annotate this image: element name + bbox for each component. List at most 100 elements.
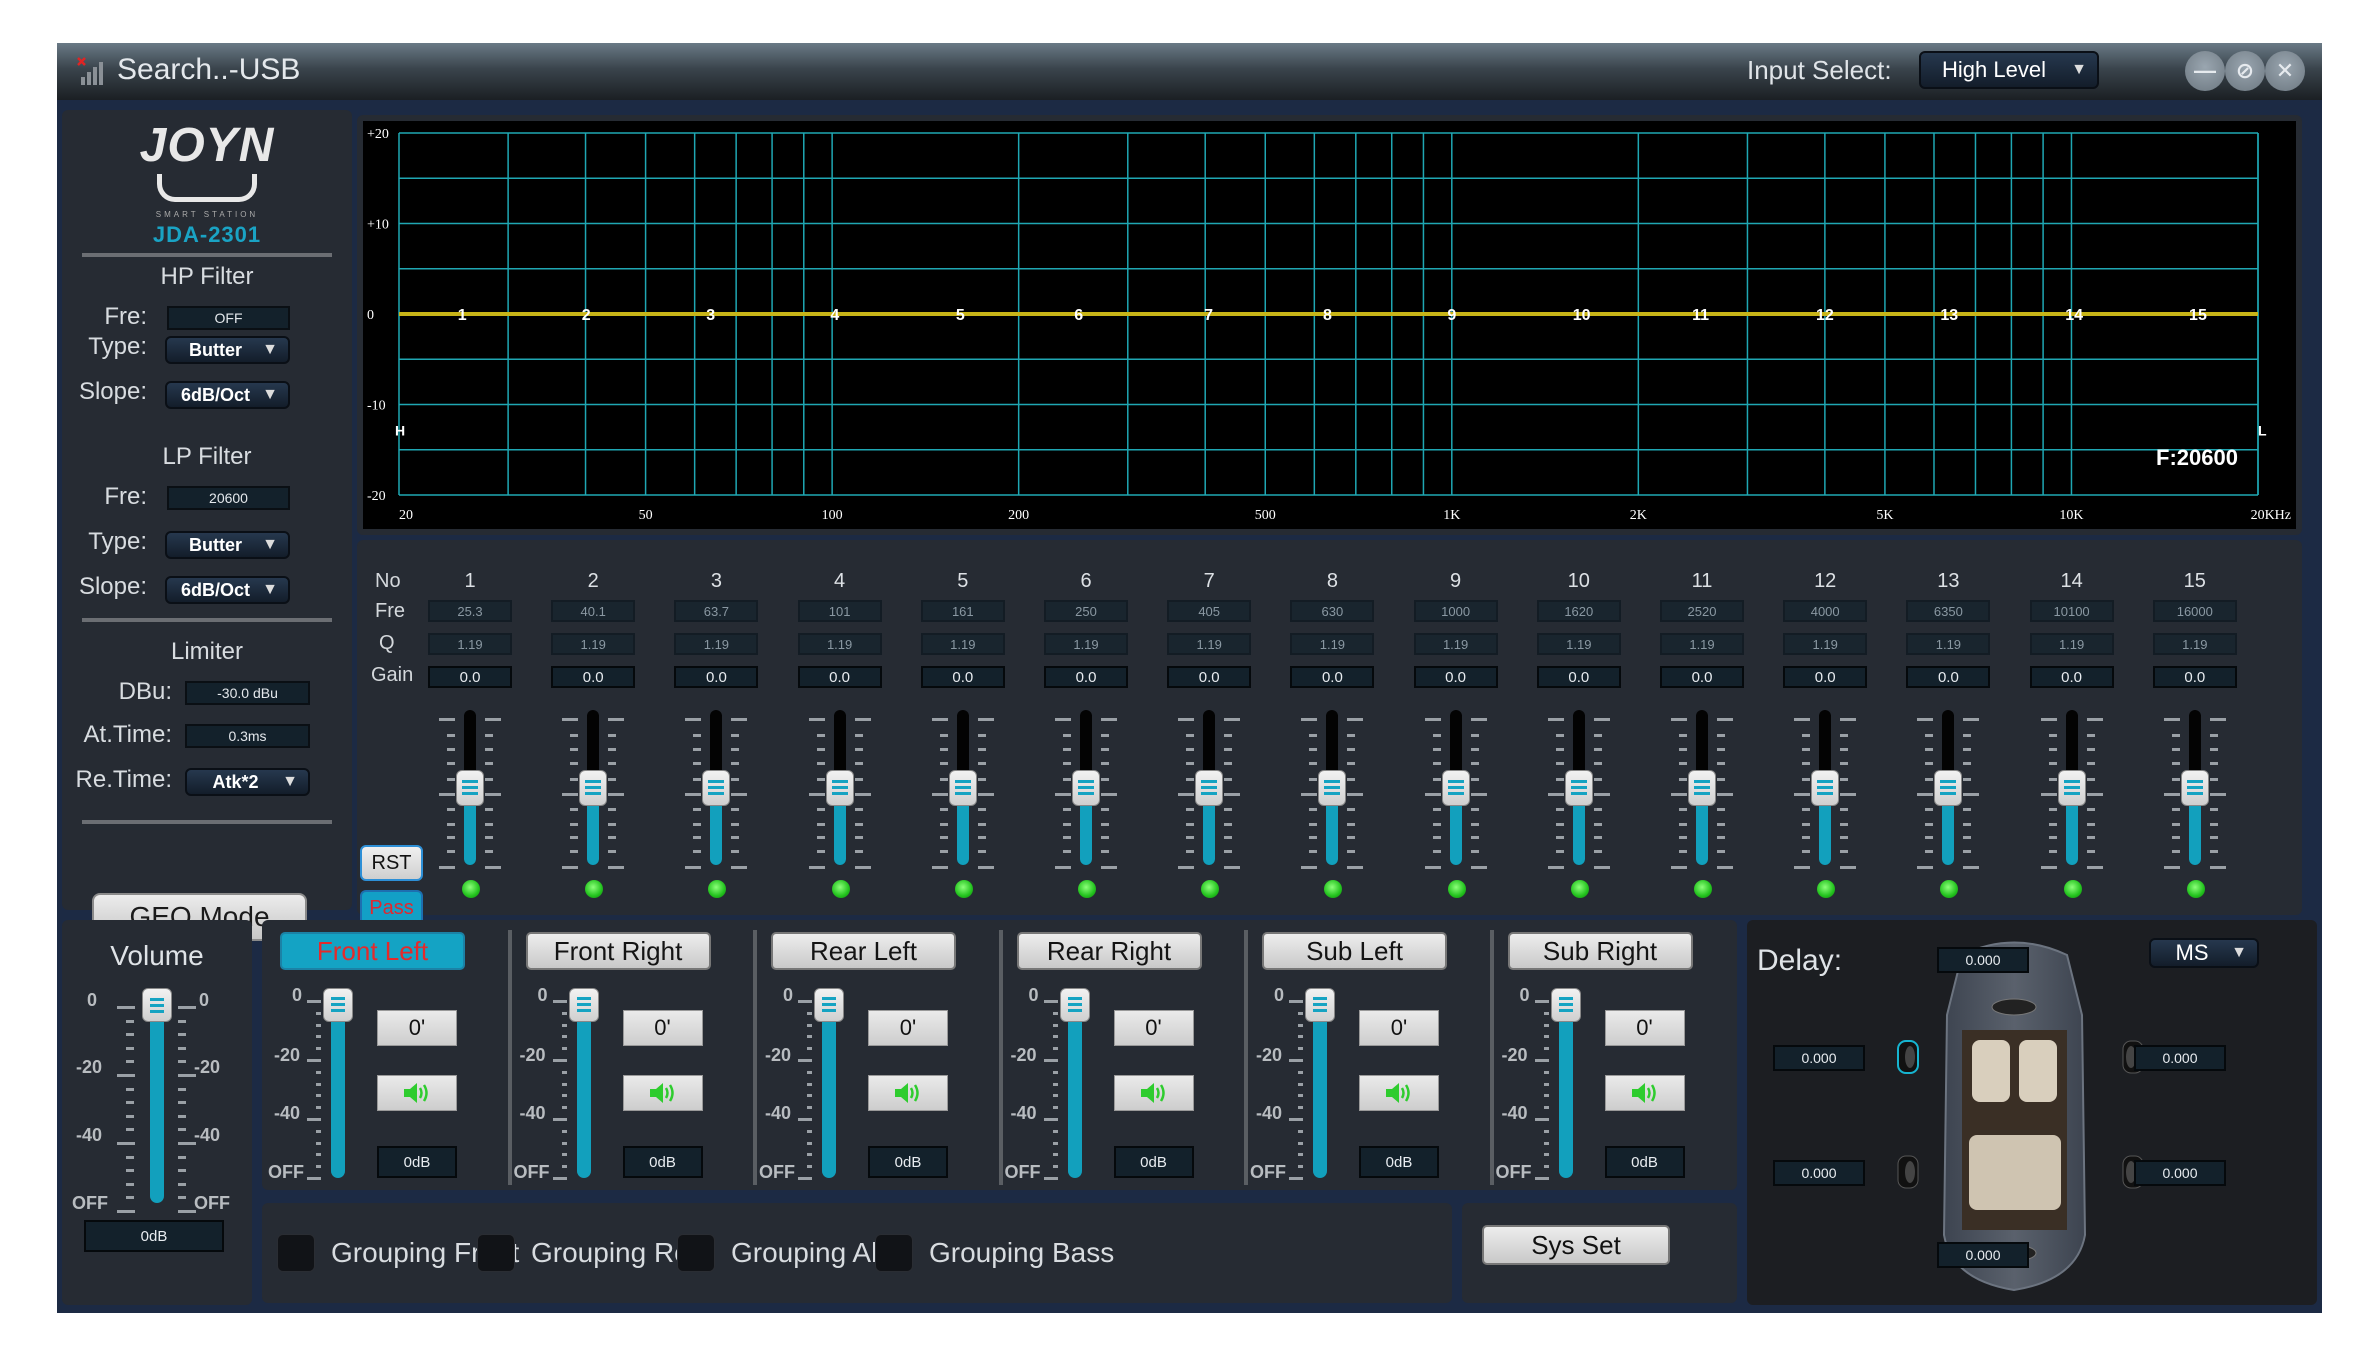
restore-button[interactable]: ⊘ — [2225, 51, 2265, 91]
lp-type-dropdown[interactable]: Butter ▼ — [165, 531, 290, 559]
phase-button[interactable]: 0' — [1113, 1010, 1194, 1046]
band-gain-field[interactable]: 0.0 — [551, 666, 636, 688]
fader-knob[interactable] — [456, 769, 484, 806]
band-q-field[interactable]: 1.19 — [1536, 633, 1621, 655]
checkbox-box[interactable] — [677, 1234, 715, 1272]
delay-front-left-field[interactable]: 0.000 — [1773, 1045, 1865, 1071]
band-q-field[interactable]: 1.19 — [1044, 633, 1128, 655]
channel-select-button[interactable]: Sub Left — [1262, 932, 1447, 970]
lp-slope-dropdown[interactable]: 6dB/Oct ▼ — [165, 576, 290, 604]
band-gain-fader[interactable] — [1811, 710, 1840, 865]
band-frequency-field[interactable]: 1620 — [1536, 600, 1621, 622]
hp-slope-dropdown[interactable]: 6dB/Oct ▼ — [165, 381, 290, 409]
band-q-field[interactable]: 1.19 — [1290, 633, 1375, 655]
channel-level-value[interactable]: 0dB — [868, 1146, 948, 1178]
phase-button[interactable]: 0' — [1604, 1010, 1685, 1046]
fader-knob[interactable] — [1550, 988, 1581, 1022]
band-gain-field[interactable]: 0.0 — [920, 666, 1005, 688]
band-gain-fader[interactable] — [456, 710, 484, 865]
fader-knob[interactable] — [702, 769, 731, 806]
delay-rear-center-field[interactable]: 0.000 — [1937, 1242, 2029, 1268]
band-gain-field[interactable]: 0.0 — [1044, 666, 1128, 688]
fader-knob[interactable] — [1059, 988, 1090, 1022]
band-q-field[interactable]: 1.19 — [1660, 633, 1744, 655]
band-q-field[interactable]: 1.19 — [674, 633, 759, 655]
channel-level-fader[interactable] — [568, 988, 599, 1178]
fader-knob[interactable] — [1441, 769, 1470, 806]
fader-knob[interactable] — [1305, 988, 1335, 1022]
band-gain-fader[interactable] — [702, 710, 731, 865]
channel-level-fader[interactable] — [1305, 988, 1335, 1178]
mute-button[interactable] — [1604, 1075, 1685, 1111]
fader-knob[interactable] — [1564, 769, 1593, 806]
mute-button[interactable] — [1113, 1075, 1194, 1111]
band-frequency-field[interactable]: 25.3 — [428, 600, 512, 622]
band-frequency-field[interactable]: 10100 — [2029, 600, 2114, 622]
band-gain-fader[interactable] — [1934, 710, 1963, 865]
channel-level-value[interactable]: 0dB — [622, 1146, 703, 1178]
band-q-field[interactable]: 1.19 — [428, 633, 512, 655]
hp-type-dropdown[interactable]: Butter ▼ — [165, 336, 290, 364]
reset-eq-button[interactable]: RST — [360, 845, 423, 881]
band-gain-fader[interactable] — [1688, 710, 1716, 865]
phase-button[interactable]: 0' — [868, 1010, 948, 1046]
channel-select-button[interactable]: Sub Right — [1507, 932, 1693, 970]
channel-level-fader[interactable] — [323, 988, 353, 1178]
band-gain-field[interactable]: 0.0 — [1167, 666, 1252, 688]
band-frequency-field[interactable]: 250 — [1044, 600, 1128, 622]
fader-knob[interactable] — [1318, 769, 1347, 806]
band-frequency-field[interactable]: 2520 — [1660, 600, 1744, 622]
fader-knob[interactable] — [948, 769, 977, 806]
delay-unit-dropdown[interactable]: MS ▼ — [2149, 938, 2259, 968]
band-frequency-field[interactable]: 63.7 — [674, 600, 759, 622]
channel-select-button[interactable]: Rear Right — [1016, 932, 1202, 970]
band-gain-field[interactable]: 0.0 — [2029, 666, 2114, 688]
band-gain-field[interactable]: 0.0 — [428, 666, 512, 688]
fader-knob[interactable] — [1072, 769, 1100, 806]
lp-fre-field[interactable]: 20600 — [167, 486, 290, 510]
channel-level-value[interactable]: 0dB — [1359, 1146, 1439, 1178]
fader-knob[interactable] — [579, 769, 608, 806]
band-q-field[interactable]: 1.19 — [2029, 633, 2114, 655]
fader-knob[interactable] — [2057, 769, 2086, 806]
minimize-button[interactable]: — — [2185, 51, 2225, 91]
channel-level-fader[interactable] — [1550, 988, 1581, 1178]
fader-knob[interactable] — [1195, 769, 1224, 806]
band-gain-fader[interactable] — [2057, 710, 2086, 865]
band-q-field[interactable]: 1.19 — [1413, 633, 1498, 655]
limiter-attack-field[interactable]: 0.3ms — [185, 724, 310, 748]
band-gain-field[interactable]: 0.0 — [1783, 666, 1868, 688]
channel-select-button[interactable]: Front Left — [280, 932, 465, 970]
band-gain-field[interactable]: 0.0 — [2152, 666, 2237, 688]
band-frequency-field[interactable]: 4000 — [1783, 600, 1868, 622]
fader-knob[interactable] — [814, 988, 844, 1022]
band-frequency-field[interactable]: 1000 — [1413, 600, 1498, 622]
limiter-release-dropdown[interactable]: Atk*2 ▼ — [185, 768, 310, 796]
fader-knob[interactable] — [2180, 769, 2209, 806]
phase-button[interactable]: 0' — [377, 1010, 457, 1046]
band-gain-fader[interactable] — [1318, 710, 1347, 865]
band-q-field[interactable]: 1.19 — [551, 633, 636, 655]
mute-button[interactable] — [622, 1075, 703, 1111]
band-frequency-field[interactable]: 6350 — [1906, 600, 1991, 622]
channel-select-button[interactable]: Front Right — [525, 932, 711, 970]
band-gain-field[interactable]: 0.0 — [1290, 666, 1375, 688]
sys-set-button[interactable]: Sys Set — [1482, 1225, 1670, 1265]
input-select-dropdown[interactable]: High Level ▼ — [1919, 51, 2099, 89]
channel-level-fader[interactable] — [814, 988, 844, 1178]
band-gain-field[interactable]: 0.0 — [674, 666, 759, 688]
checkbox-box[interactable] — [477, 1234, 515, 1272]
checkbox-box[interactable] — [875, 1234, 913, 1272]
band-gain-fader[interactable] — [1441, 710, 1470, 865]
band-frequency-field[interactable]: 630 — [1290, 600, 1375, 622]
volume-fader[interactable] — [142, 988, 172, 1203]
close-button[interactable]: ✕ — [2265, 51, 2305, 91]
band-q-field[interactable]: 1.19 — [797, 633, 882, 655]
hp-fre-field[interactable]: OFF — [167, 306, 290, 330]
mute-button[interactable] — [1359, 1075, 1439, 1111]
band-gain-fader[interactable] — [825, 710, 854, 865]
band-gain-fader[interactable] — [579, 710, 608, 865]
checkbox-box[interactable] — [277, 1234, 315, 1272]
band-gain-field[interactable]: 0.0 — [1536, 666, 1621, 688]
limiter-dbu-field[interactable]: -30.0 dBu — [185, 681, 310, 705]
